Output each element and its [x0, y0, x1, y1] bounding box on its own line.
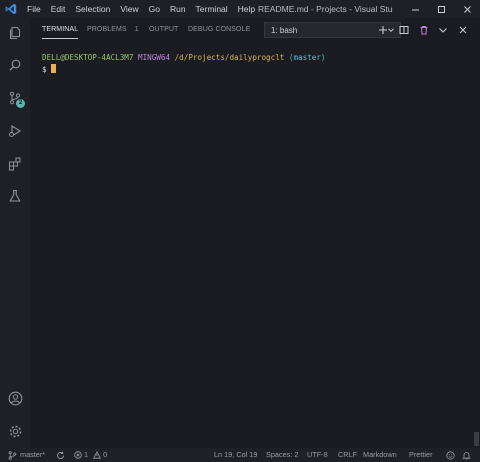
error-icon — [74, 451, 82, 459]
maximize-icon[interactable] — [428, 0, 454, 18]
terminal-select-value: 1: bash — [271, 25, 298, 35]
warning-icon — [93, 451, 102, 459]
explorer-icon[interactable] — [0, 18, 30, 48]
menu-file[interactable]: File — [22, 4, 46, 14]
indentation[interactable]: Spaces: 2 — [266, 448, 298, 462]
kill-terminal-icon[interactable] — [416, 22, 432, 38]
tab-problems-label: PROBLEMS — [87, 26, 127, 33]
source-control-badge: 2 — [16, 99, 25, 108]
status-bar: master* 1 0 Ln 19, Col 19 Spaces: 2 UTF-… — [0, 448, 480, 462]
cursor-position[interactable]: Ln 19, Col 19 — [214, 448, 257, 462]
split-terminal-icon[interactable] — [396, 22, 412, 38]
prompt-user-host: DELL@DESKTOP-4ACL3M7 — [42, 53, 134, 62]
prettier-status[interactable]: Prettier — [409, 448, 433, 462]
extensions-icon[interactable] — [0, 149, 30, 179]
tab-terminal[interactable]: TERMINAL — [42, 18, 79, 42]
line-ending[interactable]: CRLF — [338, 448, 357, 462]
menu-terminal[interactable]: Terminal — [191, 4, 233, 14]
prompt-path: /d/Projects/dailyprogclt — [174, 53, 285, 62]
window-title: README.md - Projects - Visual Studio ... — [258, 4, 393, 14]
problems-count: 1 — [134, 26, 139, 33]
menu-help[interactable]: Help — [233, 4, 260, 14]
notifications-bell-icon[interactable] — [462, 448, 471, 462]
run-debug-icon[interactable] — [0, 116, 30, 146]
vscode-logo-icon — [0, 0, 22, 18]
menu-selection[interactable]: Selection — [70, 4, 115, 14]
close-panel-icon[interactable] — [455, 22, 471, 38]
search-icon[interactable] — [0, 50, 30, 80]
panel-header: TERMINAL PROBLEMS 1 OUTPUT DEBUG CONSOLE … — [30, 18, 480, 42]
terminal-view[interactable]: DELL@DESKTOP-4ACL3M7 MINGW64 /d/Projects… — [30, 42, 480, 448]
menu-go[interactable]: Go — [144, 4, 165, 14]
feedback-icon[interactable] — [446, 448, 455, 462]
tab-problems[interactable]: PROBLEMS 1 — [87, 18, 139, 42]
menu-bar: File Edit Selection View Go Run Terminal… — [22, 0, 260, 18]
terminal-prompt-line: DELL@DESKTOP-4ACL3M7 MINGW64 /d/Projects… — [42, 53, 480, 64]
branch-indicator[interactable]: master* — [8, 448, 45, 462]
add-terminal-icon[interactable] — [375, 22, 391, 38]
terminal-input-line[interactable]: $ — [42, 64, 480, 75]
title-bar: File Edit Selection View Go Run Terminal… — [0, 0, 480, 18]
testing-flask-icon[interactable] — [0, 181, 30, 211]
encoding[interactable]: UTF-8 — [307, 448, 328, 462]
prompt-branch: (master) — [288, 53, 326, 62]
account-icon[interactable] — [0, 383, 30, 413]
warning-count: 0 — [103, 450, 108, 459]
minimize-icon[interactable] — [402, 0, 428, 18]
settings-gear-icon[interactable] — [0, 416, 30, 446]
problems-indicator[interactable]: 1 0 — [74, 448, 107, 462]
prompt-dollar: $ — [42, 65, 47, 74]
language-mode[interactable]: Markdown — [363, 448, 397, 462]
window-controls — [402, 0, 480, 18]
error-count: 1 — [84, 450, 89, 459]
collapse-panel-icon[interactable] — [435, 22, 451, 38]
menu-edit[interactable]: Edit — [46, 4, 71, 14]
branch-name: master* — [20, 450, 46, 459]
terminal-scrollbar[interactable] — [474, 432, 479, 446]
source-control-icon[interactable]: 2 — [0, 83, 30, 113]
tab-output[interactable]: OUTPUT — [149, 18, 178, 42]
sync-icon[interactable] — [56, 448, 65, 462]
menu-view[interactable]: View — [115, 4, 143, 14]
menu-run[interactable]: Run — [165, 4, 191, 14]
close-icon[interactable] — [454, 0, 480, 18]
terminal-cursor — [50, 64, 56, 73]
git-branch-icon — [8, 450, 17, 460]
activity-bar: 2 — [0, 18, 30, 448]
tab-debug-console[interactable]: DEBUG CONSOLE — [188, 18, 250, 42]
prompt-system: MINGW64 — [138, 53, 171, 62]
